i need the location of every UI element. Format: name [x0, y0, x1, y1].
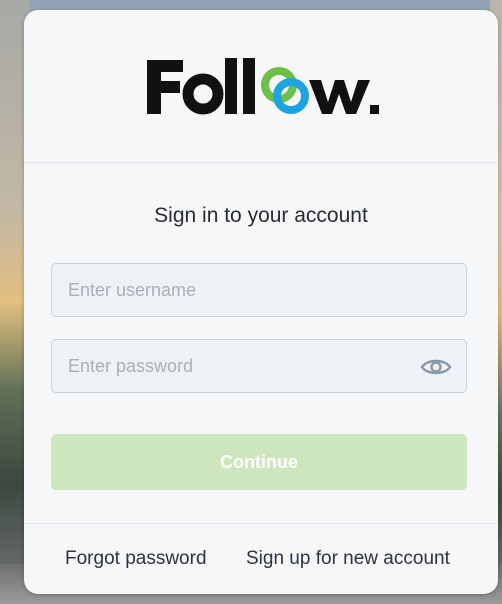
- username-input[interactable]: [52, 264, 466, 316]
- username-field[interactable]: [51, 263, 467, 317]
- footer-links: Forgot password Sign up for new account: [24, 523, 498, 594]
- forgot-password-link[interactable]: Forgot password: [65, 548, 207, 570]
- continue-button[interactable]: Continue: [51, 434, 467, 490]
- logo-header: [24, 10, 498, 163]
- eye-icon[interactable]: [420, 352, 452, 382]
- password-input[interactable]: [52, 340, 466, 392]
- password-field[interactable]: [51, 339, 467, 393]
- login-card: Sign in to your account Continue Forgot …: [24, 10, 498, 594]
- follow-logo: [147, 58, 379, 115]
- page-title: Sign in to your account: [154, 204, 368, 227]
- signup-link[interactable]: Sign up for new account: [246, 548, 450, 570]
